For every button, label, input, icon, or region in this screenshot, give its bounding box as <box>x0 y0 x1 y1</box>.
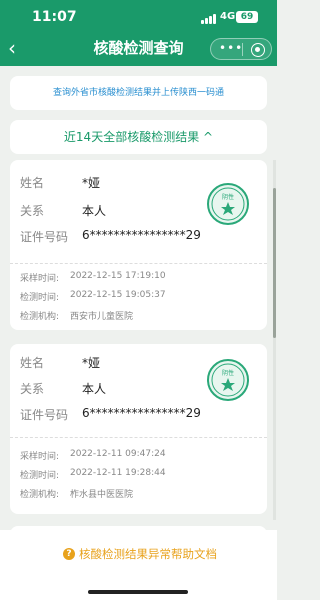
test-agency-value: 西安市儿童医院 <box>70 312 134 322</box>
sample-time-label: 采样时间: <box>20 274 60 284</box>
capsule-divider <box>242 43 243 56</box>
status-bar: 11:07 4G 69 <box>0 0 277 34</box>
test-agency-value: 柞水县中医医院 <box>70 490 134 500</box>
scrollbar-thumb[interactable] <box>273 188 276 338</box>
record-divider <box>10 263 267 264</box>
result-value: 阴性 <box>222 193 234 201</box>
name-label: 姓名 <box>20 356 45 370</box>
status-time: 11:07 <box>32 9 77 25</box>
close-target-icon[interactable] <box>251 43 265 57</box>
more-dots-icon[interactable]: ••• <box>219 41 243 55</box>
name-label: 姓名 <box>20 176 45 190</box>
header-bar: 11:07 4G 69 ‹ 核酸检测查询 ••• <box>0 0 277 66</box>
miniprogram-capsule[interactable]: ••• <box>210 38 272 60</box>
relation-label: 关系 <box>20 204 45 218</box>
query-other-province-card[interactable]: 查询外省市核酸检测结果并上传陕西一码通 <box>10 76 267 110</box>
results-toggle-label[interactable]: 近14天全部核酸检测结果 ^ <box>10 120 267 154</box>
relation-value: 本人 <box>82 204 107 218</box>
sample-time-label: 采样时间: <box>20 452 60 462</box>
query-other-province-link[interactable]: 查询外省市核酸检测结果并上传陕西一码通 <box>10 76 267 110</box>
sample-time-value: 2022-12-11 09:47:24 <box>70 449 166 459</box>
id-value: 6****************29 <box>82 406 201 420</box>
abnormal-result-help-link[interactable]: 核酸检测结果异常帮助文档 <box>79 546 217 562</box>
battery-icon: 69 <box>236 11 258 23</box>
test-agency-label: 检测机构: <box>20 312 60 322</box>
network-type: 4G <box>220 11 236 22</box>
results-toggle-card[interactable]: 近14天全部核酸检测结果 ^ <box>10 120 267 154</box>
record-divider <box>10 437 267 438</box>
id-value: 6****************29 <box>82 228 201 242</box>
negative-result-stamp-icon: 阴性 <box>207 359 249 401</box>
question-icon: ? <box>63 548 75 560</box>
id-label: 证件号码 <box>20 408 69 422</box>
test-record-card: 姓名 *娅 关系 本人 证件号码 6****************29 阴性 … <box>10 160 267 330</box>
relation-label: 关系 <box>20 382 45 396</box>
test-time-label: 检测时间: <box>20 293 60 303</box>
signal-icon <box>201 14 217 24</box>
negative-result-stamp-icon: 阴性 <box>207 183 249 225</box>
name-value: *娅 <box>82 176 101 190</box>
test-record-card: 姓名 *娅 关系 本人 证件号码 6****************29 阴性 … <box>10 344 267 514</box>
relation-value: 本人 <box>82 382 107 396</box>
home-indicator[interactable] <box>88 590 188 594</box>
test-time-value: 2022-12-11 19:28:44 <box>70 468 166 478</box>
id-label: 证件号码 <box>20 230 69 244</box>
test-time-label: 检测时间: <box>20 471 60 481</box>
sample-time-value: 2022-12-15 17:19:10 <box>70 271 166 281</box>
test-agency-label: 检测机构: <box>20 490 60 500</box>
test-time-value: 2022-12-15 19:05:37 <box>70 290 166 300</box>
name-value: *娅 <box>82 356 101 370</box>
result-value: 阴性 <box>222 369 234 377</box>
